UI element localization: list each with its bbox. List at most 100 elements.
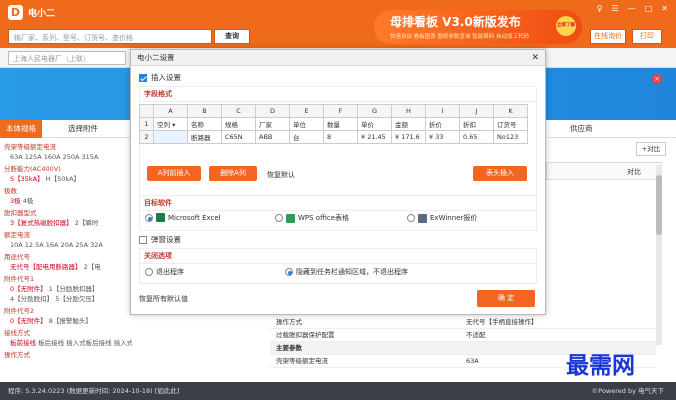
spec-row: 操作方式 无代号【手柄直接操作】 (270, 316, 656, 329)
grid-col-header[interactable]: A (153, 104, 188, 118)
grid-cell[interactable]: ¥ 21.45 (357, 130, 392, 144)
insert-settings-label: 插入设置 (151, 73, 181, 82)
software-exwinner-radio[interactable] (407, 214, 415, 222)
close-exit-radio[interactable] (145, 268, 153, 276)
header-insert-button[interactable]: 表头插入 (473, 166, 527, 181)
banner-subtitle: 快速自由 看板图表 图纸参数查询 智能算料 自动加工代码 (390, 34, 529, 40)
param-selected[interactable]: S【35kA】 (10, 175, 44, 183)
close-exit-option[interactable]: 退出程序 (145, 267, 184, 277)
param-values[interactable]: 63A 125A 160A 250A 315A (4, 152, 132, 162)
grid-cell[interactable] (153, 130, 188, 144)
tab-accessory[interactable]: 选择附件 (62, 120, 104, 138)
software-excel-radio[interactable] (145, 213, 153, 222)
online-price-button[interactable]: 在线询价 (590, 29, 626, 44)
close-tray-option[interactable]: 隐藏到任务栏通知区域，不退出程序 (285, 267, 408, 277)
param-selected[interactable]: 无代号【配电用断路器】 (10, 263, 82, 271)
param-values[interactable]: 4【分励脱扣】 5【分励欠压】 (4, 294, 132, 304)
scrollbar-thumb[interactable] (656, 175, 662, 235)
grid-cell[interactable]: 名称 (187, 117, 222, 131)
grid-cell[interactable]: C65N (221, 130, 256, 144)
confirm-button[interactable]: 确 定 (477, 290, 535, 307)
dropdown-arrow-icon[interactable]: ▾ (172, 121, 175, 129)
minimize-icon[interactable]: — (628, 4, 636, 13)
grid-cell-dropdown[interactable]: 空列 ▾ (153, 117, 188, 131)
promo-banner[interactable]: 母排看板 V3.0新版发布 快速自由 看板图表 图纸参数查询 智能算料 自动加工… (374, 10, 582, 44)
grid-cell[interactable]: 厂家 (255, 117, 290, 131)
grid-cell[interactable]: 单位 (289, 117, 324, 131)
grid-cell[interactable]: 金额 (391, 117, 426, 131)
maximize-icon[interactable]: □ (645, 4, 653, 13)
grid-cell[interactable]: ¥ 33 (425, 130, 460, 144)
param-values[interactable]: 2【电 (82, 263, 101, 271)
grid-cell[interactable]: 折价 (425, 117, 460, 131)
grid-cell[interactable]: 台 (289, 130, 324, 144)
print-button[interactable]: 打印 (632, 29, 662, 44)
menu-icon[interactable]: ☰ (612, 4, 619, 13)
param-values[interactable]: 10A 12.5A 16A 20A 25A 32A (4, 240, 132, 250)
grid-cell[interactable]: 数量 (323, 117, 358, 131)
insert-settings-toggle[interactable]: 插入设置 (139, 72, 181, 83)
grid-col-header[interactable]: G (357, 104, 392, 118)
grid-col-header[interactable]: E (289, 104, 324, 118)
spec-key: 主要参数 (276, 344, 302, 352)
param-values[interactable]: 8【报警触头】 (47, 317, 92, 325)
search-button[interactable]: 查询 (214, 29, 250, 44)
grid-cell[interactable]: 订货号 (493, 117, 528, 131)
contrast-label[interactable]: 对比 (627, 167, 641, 177)
param-name: 极数 (4, 187, 17, 195)
tab-supplier[interactable]: 供应商 (562, 120, 601, 138)
add-contrast-button[interactable]: +对比 (636, 142, 666, 156)
dialog-close-icon[interactable]: ✕ (531, 50, 539, 66)
insert-settings-checkbox[interactable] (139, 73, 147, 82)
grid-col-header[interactable]: C (221, 104, 256, 118)
software-wps-radio[interactable] (275, 214, 283, 222)
grid-col-header[interactable]: I (425, 104, 460, 118)
popup-settings-toggle[interactable]: 弹窗设置 (139, 234, 181, 245)
close-panel-icon[interactable]: × (652, 74, 662, 84)
grid-cell[interactable]: 0.65 (459, 130, 494, 144)
close-icon[interactable]: ✕ (661, 4, 668, 13)
grid-col-header[interactable]: H (391, 104, 426, 118)
banner-badge[interactable]: 立即了解 (556, 16, 576, 36)
tab-spec[interactable]: 本体规格 (0, 120, 42, 138)
grid-col-header[interactable]: K (493, 104, 528, 118)
param-selected[interactable]: 3极 (10, 197, 21, 205)
delete-column-button[interactable]: 删除A列 (209, 166, 257, 181)
grid-cell[interactable]: ABB (255, 130, 290, 144)
grid-col-header[interactable]: J (459, 104, 494, 118)
grid-cell[interactable]: No123 (493, 130, 528, 144)
grid-col-header[interactable]: B (187, 104, 222, 118)
grid-cell[interactable]: ¥ 171.6 (391, 130, 426, 144)
grid-col-header[interactable]: D (255, 104, 290, 118)
param-selected[interactable]: 0【无附件】 (10, 317, 47, 325)
software-excel-option[interactable]: Microsoft Excel (145, 213, 221, 222)
param-selected[interactable]: 0【无附件】 (10, 285, 47, 293)
param-values[interactable]: 4极 (21, 197, 34, 205)
grid-col-header[interactable]: F (323, 104, 358, 118)
popup-settings-checkbox[interactable] (139, 235, 147, 244)
grid-cell[interactable]: 单价 (357, 117, 392, 131)
search-input[interactable]: 输厂家、系列、型号、订货号、查价格 (8, 29, 212, 44)
software-exwinner-option[interactable]: ExWinner报价 (407, 213, 477, 223)
grid-cell[interactable]: 8 (323, 130, 358, 144)
grid-cell[interactable]: 断路器 (187, 130, 222, 144)
param-values[interactable]: 2【瞬时 (73, 219, 99, 227)
restore-default-link[interactable]: 恢复默认 (267, 170, 295, 180)
param-selected[interactable]: 板前接线 (10, 339, 36, 347)
spec-key: 过载脱扣器保护配置 (276, 331, 335, 339)
spec-value: 63A (466, 357, 479, 365)
user-icon[interactable]: ♀ (597, 4, 603, 13)
insert-column-button[interactable]: A列前插入 (147, 166, 201, 181)
param-values[interactable]: 1【分励脱扣器】 (47, 285, 99, 293)
customer-input[interactable]: 上海人民电器厂（上联） (8, 51, 126, 65)
software-wps-option[interactable]: WPS office表格 (275, 213, 349, 223)
restore-all-defaults-link[interactable]: 恢复所有默认值 (139, 294, 188, 304)
scrollbar[interactable] (656, 165, 662, 345)
param-values[interactable]: 板后接线 插入式板后接线 插入式板前接线 (36, 339, 132, 347)
grid-cell[interactable]: 折扣 (459, 117, 494, 131)
watermark: 最需网 (566, 352, 635, 379)
grid-cell[interactable]: 规格 (221, 117, 256, 131)
close-tray-radio[interactable] (285, 268, 293, 276)
param-selected[interactable]: 3【复式热磁脱扣器】 (10, 219, 73, 227)
param-values[interactable]: H【50kA】 (44, 175, 80, 183)
